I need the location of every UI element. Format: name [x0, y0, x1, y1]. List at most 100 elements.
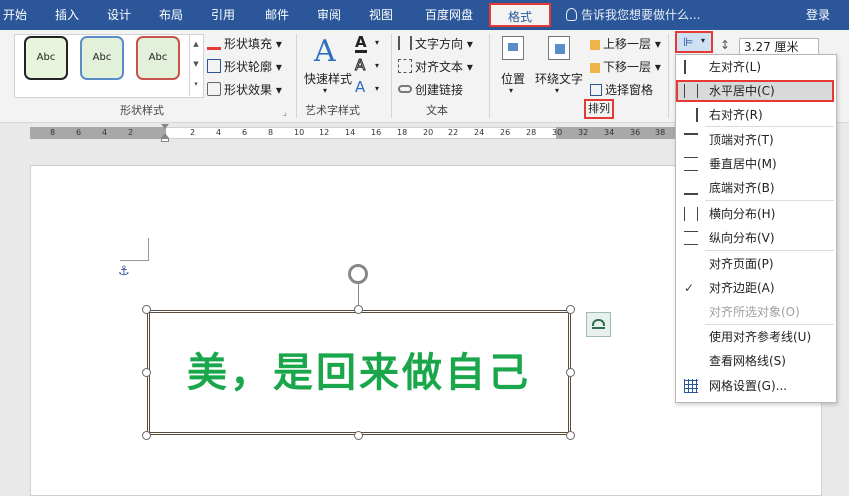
align-menu-item[interactable]: 垂直居中(M) — [676, 153, 834, 175]
selection-pane-label: 选择窗格 — [605, 83, 654, 97]
resize-handle-bottom-left[interactable] — [142, 431, 151, 440]
menu-item-label: 垂直居中(M) — [709, 157, 777, 171]
menu-item-label: 对齐所选对象(O) — [709, 305, 800, 319]
shape-effect-icon — [207, 82, 221, 96]
height-icon: ↕ — [720, 38, 731, 52]
dialog-launcher-icon[interactable]: ⌟ — [283, 108, 287, 117]
ruler-tick-label: 4 — [102, 128, 108, 137]
tab-format[interactable]: 格式 — [489, 3, 551, 27]
align-menu-item[interactable]: 纵向分布(V) — [676, 227, 834, 249]
quick-styles-label: 快速样式 — [303, 72, 352, 86]
tell-me-search[interactable]: 告诉我您想要做什么... — [566, 0, 700, 30]
anchor-icon[interactable]: ⚓ — [118, 264, 130, 279]
align-menu-item[interactable]: 水平居中(C) — [676, 80, 834, 102]
menu-item-label: 右对齐(R) — [709, 108, 763, 122]
tab-review[interactable]: 审阅 — [314, 0, 344, 30]
align-menu-item[interactable]: 右对齐(R) — [676, 104, 834, 126]
shape-fill-button[interactable]: 形状填充 ▾ — [207, 35, 282, 52]
layout-options-icon[interactable] — [586, 312, 611, 337]
login-link[interactable]: 登录 — [806, 0, 830, 30]
menu-item-label: 顶端对齐(T) — [709, 133, 774, 147]
shape-outline-button[interactable]: 形状轮廓 ▾ — [207, 58, 282, 75]
align-menu-item[interactable]: 对齐页面(P) — [676, 253, 834, 275]
bring-forward-button[interactable]: 上移一层 ▾ — [590, 35, 661, 52]
align-middle-icon — [684, 157, 698, 171]
align-menu-item[interactable]: 使用对齐参考线(U) — [676, 326, 834, 348]
text-effects-icon[interactable]: A — [355, 79, 365, 95]
tab-baidu-netdisk[interactable]: 百度网盘 — [420, 0, 478, 30]
ruler-tick-label: 32 — [578, 128, 589, 137]
group-divider — [296, 34, 297, 118]
send-backward-icon — [590, 63, 600, 73]
ruler-tick-label: 6 — [242, 128, 248, 137]
text-direction-button[interactable]: 文字方向 ▾ — [398, 35, 473, 52]
link-icon — [398, 85, 412, 93]
ribbon-tab-bar: 开始 插入 设计 布局 引用 邮件 审阅 视图 百度网盘 格式 告诉我您想要做什… — [0, 0, 849, 30]
ruler-tick-label: 18 — [397, 128, 408, 137]
ruler-tick-label: 12 — [319, 128, 330, 137]
quick-styles-button[interactable]: A 快速样式 ▾ — [302, 34, 352, 96]
tab-mailings[interactable]: 邮件 — [262, 0, 292, 30]
tab-view[interactable]: 视图 — [366, 0, 396, 30]
resize-handle-left[interactable] — [142, 368, 151, 377]
position-button[interactable]: 位置 ▾ — [496, 34, 530, 96]
resize-handle-bottom-right[interactable] — [566, 431, 575, 440]
resize-handle-top-left[interactable] — [142, 305, 151, 314]
group-divider — [668, 34, 669, 118]
bring-forward-icon — [590, 40, 600, 50]
selection-pane-button[interactable]: 选择窗格 — [590, 81, 653, 98]
tab-design[interactable]: 设计 — [104, 0, 134, 30]
align-menu-item[interactable]: 左对齐(L) — [676, 56, 834, 78]
menu-item-label: 对齐页面(P) — [709, 257, 774, 271]
resize-handle-top-right[interactable] — [566, 305, 575, 314]
align-text-button[interactable]: 对齐文本 ▾ — [398, 58, 473, 75]
text-box-content[interactable]: 美，是回来做自己 — [150, 313, 568, 432]
shape-fill-label: 形状填充 — [224, 37, 273, 51]
send-backward-button[interactable]: 下移一层 ▾ — [590, 58, 661, 75]
menu-separator — [705, 126, 834, 127]
wordart-a-icon: A — [314, 34, 336, 69]
align-bottom-icon — [684, 181, 698, 195]
shape-effects-button[interactable]: 形状效果 ▾ — [207, 81, 282, 98]
wrap-text-label: 环绕文字 — [534, 72, 583, 86]
ruler-tick-label: 8 — [50, 128, 56, 137]
align-menu-item[interactable]: 横向分布(H) — [676, 203, 834, 225]
lightbulb-icon — [566, 8, 577, 21]
create-link-button[interactable]: 创建链接 — [398, 81, 463, 98]
align-menu-item[interactable]: 顶端对齐(T) — [676, 129, 834, 151]
tab-references[interactable]: 引用 — [208, 0, 238, 30]
shape-style-preset-3[interactable]: Abc — [136, 36, 180, 80]
text-direction-icon — [398, 36, 412, 50]
align-menu-item[interactable]: 网格设置(G)... — [676, 375, 834, 397]
resize-handle-top[interactable] — [354, 305, 363, 314]
text-box[interactable]: 美，是回来做自己 — [147, 310, 571, 435]
rotate-handle-icon[interactable] — [348, 264, 368, 284]
wrap-text-button[interactable]: 环绕文字 ▾ — [532, 34, 586, 96]
gallery-scroll[interactable]: ▲ ▼ ▾ — [189, 34, 202, 96]
text-fill-icon[interactable]: A — [355, 34, 367, 53]
menu-item-label: 水平居中(C) — [709, 84, 775, 98]
indent-marker[interactable] — [161, 124, 169, 146]
create-link-label: 创建链接 — [415, 83, 464, 97]
paint-bucket-icon — [207, 36, 221, 50]
ruler-tick-label: 6 — [76, 128, 82, 137]
selection-pane-icon — [590, 84, 602, 96]
ruler-tick-label: 20 — [423, 128, 434, 137]
resize-handle-right[interactable] — [566, 368, 575, 377]
align-menu-item[interactable]: 底端对齐(B) — [676, 177, 834, 199]
text-group-label: 文本 — [426, 104, 448, 117]
pen-icon — [207, 59, 221, 73]
shape-style-preset-1[interactable]: Abc — [24, 36, 68, 80]
text-outline-icon[interactable]: A — [354, 57, 365, 74]
margin-corner-mark — [120, 238, 149, 261]
align-menu-item[interactable]: ✓ 对齐边距(A) — [676, 277, 834, 299]
shape-styles-group-label: 形状样式 — [120, 104, 164, 117]
tab-home[interactable]: 开始 — [0, 0, 30, 30]
resize-handle-bottom[interactable] — [354, 431, 363, 440]
align-button[interactable]: ⊫ ▾ — [675, 31, 713, 53]
align-menu-item[interactable]: 查看网格线(S) — [676, 350, 834, 372]
menu-item-label: 网格设置(G)... — [709, 379, 788, 393]
tab-layout[interactable]: 布局 — [156, 0, 186, 30]
tab-insert[interactable]: 插入 — [52, 0, 82, 30]
shape-style-preset-2[interactable]: Abc — [80, 36, 124, 80]
